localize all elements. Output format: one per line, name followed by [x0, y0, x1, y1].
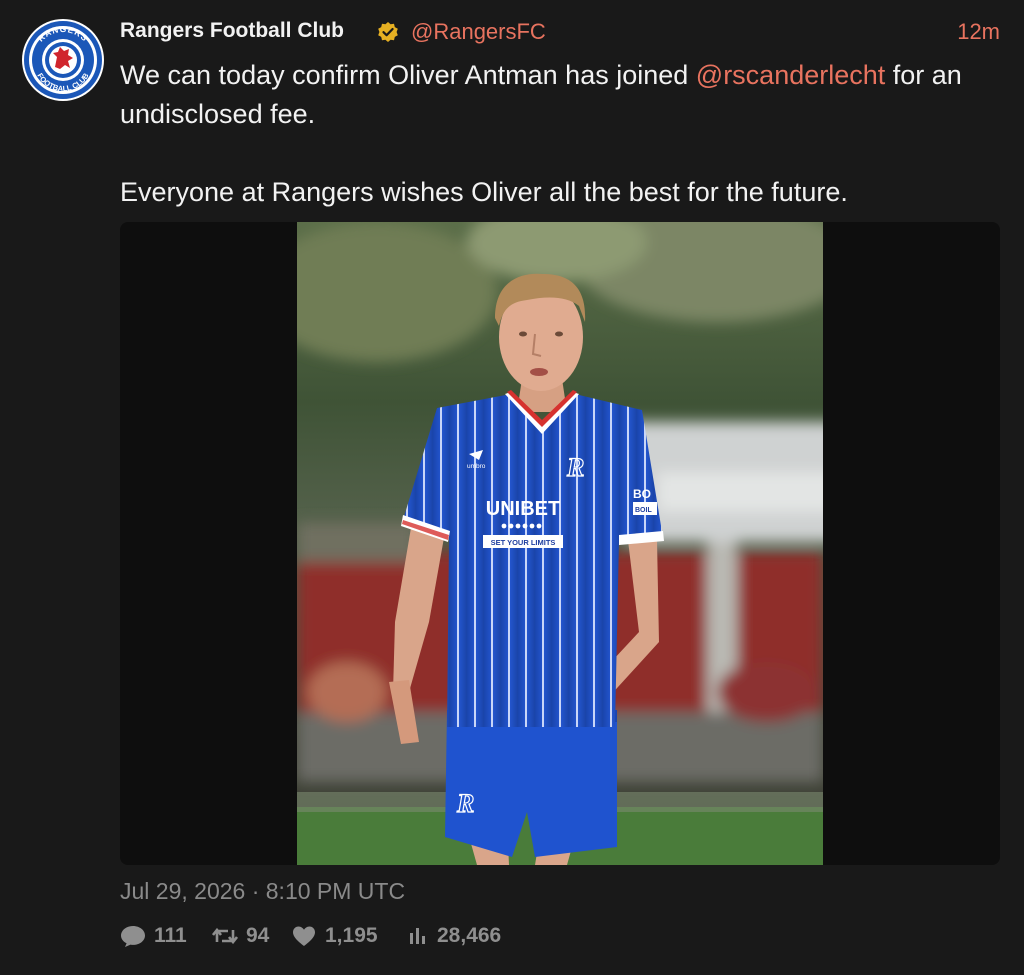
views-icon	[410, 928, 425, 944]
tweet-paragraph-1: We can today confirm Oliver Antman has j…	[120, 56, 1000, 134]
tweet-text: We can today confirm Oliver Antman has j…	[120, 56, 1000, 212]
like-icon	[293, 926, 315, 946]
tweet-text-part: We can today confirm Oliver Antman has j…	[120, 60, 696, 90]
shirt-sponsor: UNIBET	[486, 498, 560, 520]
like-count: 1,195	[325, 924, 378, 947]
tweet-header: Rangers Football Club @RangersFC 12m	[120, 16, 1000, 48]
retweet-count: 94	[246, 924, 270, 947]
shirt-tagline: SET YOUR LIMITS	[491, 538, 556, 547]
reply-icon	[121, 926, 145, 947]
verified-badge-icon	[377, 21, 399, 43]
avatar[interactable]: RANGERS FOOTBALL CLUB	[22, 19, 104, 101]
sleeve-sponsor: BO	[633, 487, 651, 501]
tweet-date[interactable]: Jul 29, 2026 · 8:10 PM UTC	[120, 878, 405, 905]
media-container[interactable]: UNIBET SET YOUR LIMITS BO BOIL umbro R R	[120, 222, 1000, 865]
retweet-stat[interactable]: 94	[212, 920, 269, 952]
views-stat[interactable]: 28,466	[407, 920, 501, 952]
sleeve-sponsor-sub: BOIL	[635, 507, 652, 514]
like-stat[interactable]: 1,195	[291, 920, 378, 952]
reply-count: 111	[154, 924, 187, 947]
author-name[interactable]: Rangers Football Club	[120, 19, 344, 43]
player-photo[interactable]: UNIBET SET YOUR LIMITS BO BOIL umbro R R	[297, 222, 823, 865]
retweet-icon	[212, 927, 238, 945]
svg-text:R: R	[566, 453, 584, 482]
tweet-paragraph-2: Everyone at Rangers wishes Oliver all th…	[120, 177, 848, 207]
mention-link[interactable]: @rscanderlecht	[696, 60, 886, 90]
rangers-crest-icon: RANGERS FOOTBALL CLUB	[24, 21, 102, 99]
views-count: 28,466	[437, 924, 502, 947]
reply-stat[interactable]: 111	[120, 920, 187, 952]
svg-text:R: R	[456, 789, 474, 818]
kit-brand-logo: umbro	[467, 463, 486, 470]
timestamp-relative[interactable]: 12m	[957, 19, 1000, 45]
author-handle[interactable]: @RangersFC	[411, 19, 546, 45]
